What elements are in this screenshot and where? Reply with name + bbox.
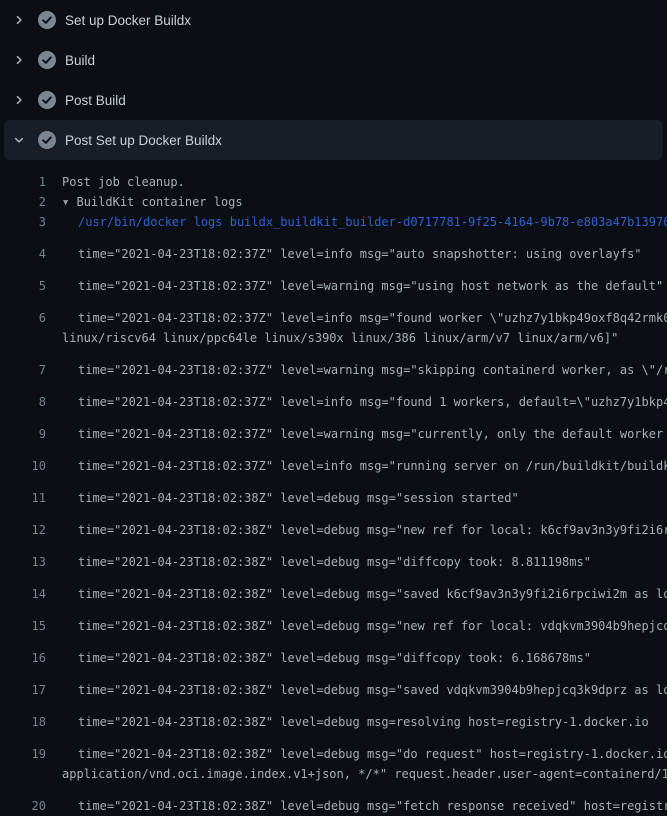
- log-text: time="2021-04-23T18:02:38Z" level=debug …: [46, 520, 667, 540]
- log-row: 2▼ BuildKit container logs: [0, 192, 667, 212]
- log-row: 8time="2021-04-23T18:02:37Z" level=info …: [0, 380, 667, 412]
- line-number[interactable]: 11: [0, 488, 46, 508]
- chevron-down-icon: [12, 133, 26, 147]
- step-row[interactable]: Build: [0, 40, 667, 80]
- line-number[interactable]: 5: [0, 276, 46, 296]
- step-row[interactable]: Set up Docker Buildx: [0, 0, 667, 40]
- log-row: 1Post job cleanup.: [0, 172, 667, 192]
- log-text: time="2021-04-23T18:02:38Z" level=debug …: [46, 680, 667, 700]
- log-group-header: ▼ BuildKit container logs: [46, 192, 243, 212]
- log-text: time="2021-04-23T18:02:38Z" level=debug …: [46, 616, 667, 636]
- steps-list: Set up Docker Buildx Build Post Build Post …: [0, 0, 667, 160]
- step-title: Set up Docker Buildx: [65, 13, 191, 28]
- log-text: time="2021-04-23T18:02:37Z" level=warnin…: [46, 424, 667, 444]
- log-row: 13time="2021-04-23T18:02:38Z" level=debu…: [0, 540, 667, 572]
- line-number[interactable]: 3: [0, 212, 46, 232]
- step-title: Build: [65, 53, 95, 68]
- line-number[interactable]: 13: [0, 552, 46, 572]
- chevron-right-icon: [12, 53, 26, 67]
- log-row: 16time="2021-04-23T18:02:38Z" level=debu…: [0, 636, 667, 668]
- log-row: 17time="2021-04-23T18:02:38Z" level=debu…: [0, 668, 667, 700]
- line-number[interactable]: 15: [0, 616, 46, 636]
- log-text: time="2021-04-23T18:02:38Z" level=debug …: [46, 648, 591, 668]
- log-text: time="2021-04-23T18:02:38Z" level=debug …: [46, 488, 519, 508]
- line-number[interactable]: 2: [0, 192, 46, 212]
- log-row: 12time="2021-04-23T18:02:38Z" level=debu…: [0, 508, 667, 540]
- step-row[interactable]: Post Build: [0, 80, 667, 120]
- log-text: linux/riscv64 linux/ppc64le linux/s390x …: [46, 328, 618, 348]
- line-number: [0, 764, 46, 784]
- log-text: time="2021-04-23T18:02:37Z" level=info m…: [46, 308, 667, 328]
- log-text: time="2021-04-23T18:02:38Z" level=debug …: [46, 796, 667, 816]
- line-number[interactable]: 18: [0, 712, 46, 732]
- check-circle-icon: [38, 11, 56, 29]
- log-row: 14time="2021-04-23T18:02:38Z" level=debu…: [0, 572, 667, 604]
- line-number[interactable]: 17: [0, 680, 46, 700]
- line-number[interactable]: 8: [0, 392, 46, 412]
- log-row: application/vnd.oci.image.index.v1+json,…: [0, 764, 667, 784]
- log-text: time="2021-04-23T18:02:38Z" level=debug …: [46, 552, 591, 572]
- group-title[interactable]: BuildKit container logs: [76, 195, 242, 209]
- log-row: 6time="2021-04-23T18:02:37Z" level=info …: [0, 296, 667, 328]
- log-text: time="2021-04-23T18:02:37Z" level=info m…: [46, 456, 667, 476]
- workflow-log-panel: Set up Docker Buildx Build Post Build Post …: [0, 0, 667, 816]
- log-lines: 1Post job cleanup.2▼ BuildKit container …: [0, 160, 667, 816]
- log-row: 9time="2021-04-23T18:02:37Z" level=warni…: [0, 412, 667, 444]
- log-row: 15time="2021-04-23T18:02:38Z" level=debu…: [0, 604, 667, 636]
- log-row: 4time="2021-04-23T18:02:37Z" level=info …: [0, 232, 667, 264]
- check-circle-icon: [38, 91, 56, 109]
- line-number: [0, 328, 46, 348]
- step-row[interactable]: Post Set up Docker Buildx: [4, 120, 663, 160]
- log-row: 20time="2021-04-23T18:02:38Z" level=debu…: [0, 784, 667, 816]
- line-number[interactable]: 1: [0, 172, 46, 192]
- log-row: linux/riscv64 linux/ppc64le linux/s390x …: [0, 328, 667, 348]
- line-number[interactable]: 10: [0, 456, 46, 476]
- line-number[interactable]: 9: [0, 424, 46, 444]
- log-text: Post job cleanup.: [46, 172, 185, 192]
- log-text: time="2021-04-23T18:02:38Z" level=debug …: [46, 744, 667, 764]
- log-row: 19time="2021-04-23T18:02:38Z" level=debu…: [0, 732, 667, 764]
- line-number[interactable]: 19: [0, 744, 46, 764]
- line-number[interactable]: 7: [0, 360, 46, 380]
- log-row: 11time="2021-04-23T18:02:38Z" level=debu…: [0, 476, 667, 508]
- log-text: time="2021-04-23T18:02:38Z" level=debug …: [46, 584, 667, 604]
- check-circle-icon: [38, 51, 56, 69]
- log-text: /usr/bin/docker logs buildx_buildkit_bui…: [46, 212, 667, 232]
- line-number[interactable]: 20: [0, 796, 46, 816]
- log-row: 5time="2021-04-23T18:02:37Z" level=warni…: [0, 264, 667, 296]
- log-text: time="2021-04-23T18:02:37Z" level=info m…: [46, 244, 642, 264]
- log-row: 7time="2021-04-23T18:02:37Z" level=warni…: [0, 348, 667, 380]
- check-circle-icon: [38, 131, 56, 149]
- log-text: time="2021-04-23T18:02:37Z" level=warnin…: [46, 360, 667, 380]
- line-number[interactable]: 4: [0, 244, 46, 264]
- group-toggle-icon[interactable]: ▼: [63, 195, 68, 209]
- line-number[interactable]: 6: [0, 308, 46, 328]
- step-title: Post Build: [65, 93, 126, 108]
- log-text: time="2021-04-23T18:02:37Z" level=warnin…: [46, 276, 663, 296]
- log-text: application/vnd.oci.image.index.v1+json,…: [46, 764, 667, 784]
- line-number[interactable]: 12: [0, 520, 46, 540]
- step-title: Post Set up Docker Buildx: [65, 133, 222, 148]
- log-row: 3/usr/bin/docker logs buildx_buildkit_bu…: [0, 212, 667, 232]
- chevron-right-icon: [12, 93, 26, 107]
- chevron-right-icon: [12, 13, 26, 27]
- log-row: 18time="2021-04-23T18:02:38Z" level=debu…: [0, 700, 667, 732]
- line-number[interactable]: 14: [0, 584, 46, 604]
- line-number[interactable]: 16: [0, 648, 46, 668]
- log-text: time="2021-04-23T18:02:38Z" level=debug …: [46, 712, 649, 732]
- log-row: 10time="2021-04-23T18:02:37Z" level=info…: [0, 444, 667, 476]
- log-text: time="2021-04-23T18:02:37Z" level=info m…: [46, 392, 667, 412]
